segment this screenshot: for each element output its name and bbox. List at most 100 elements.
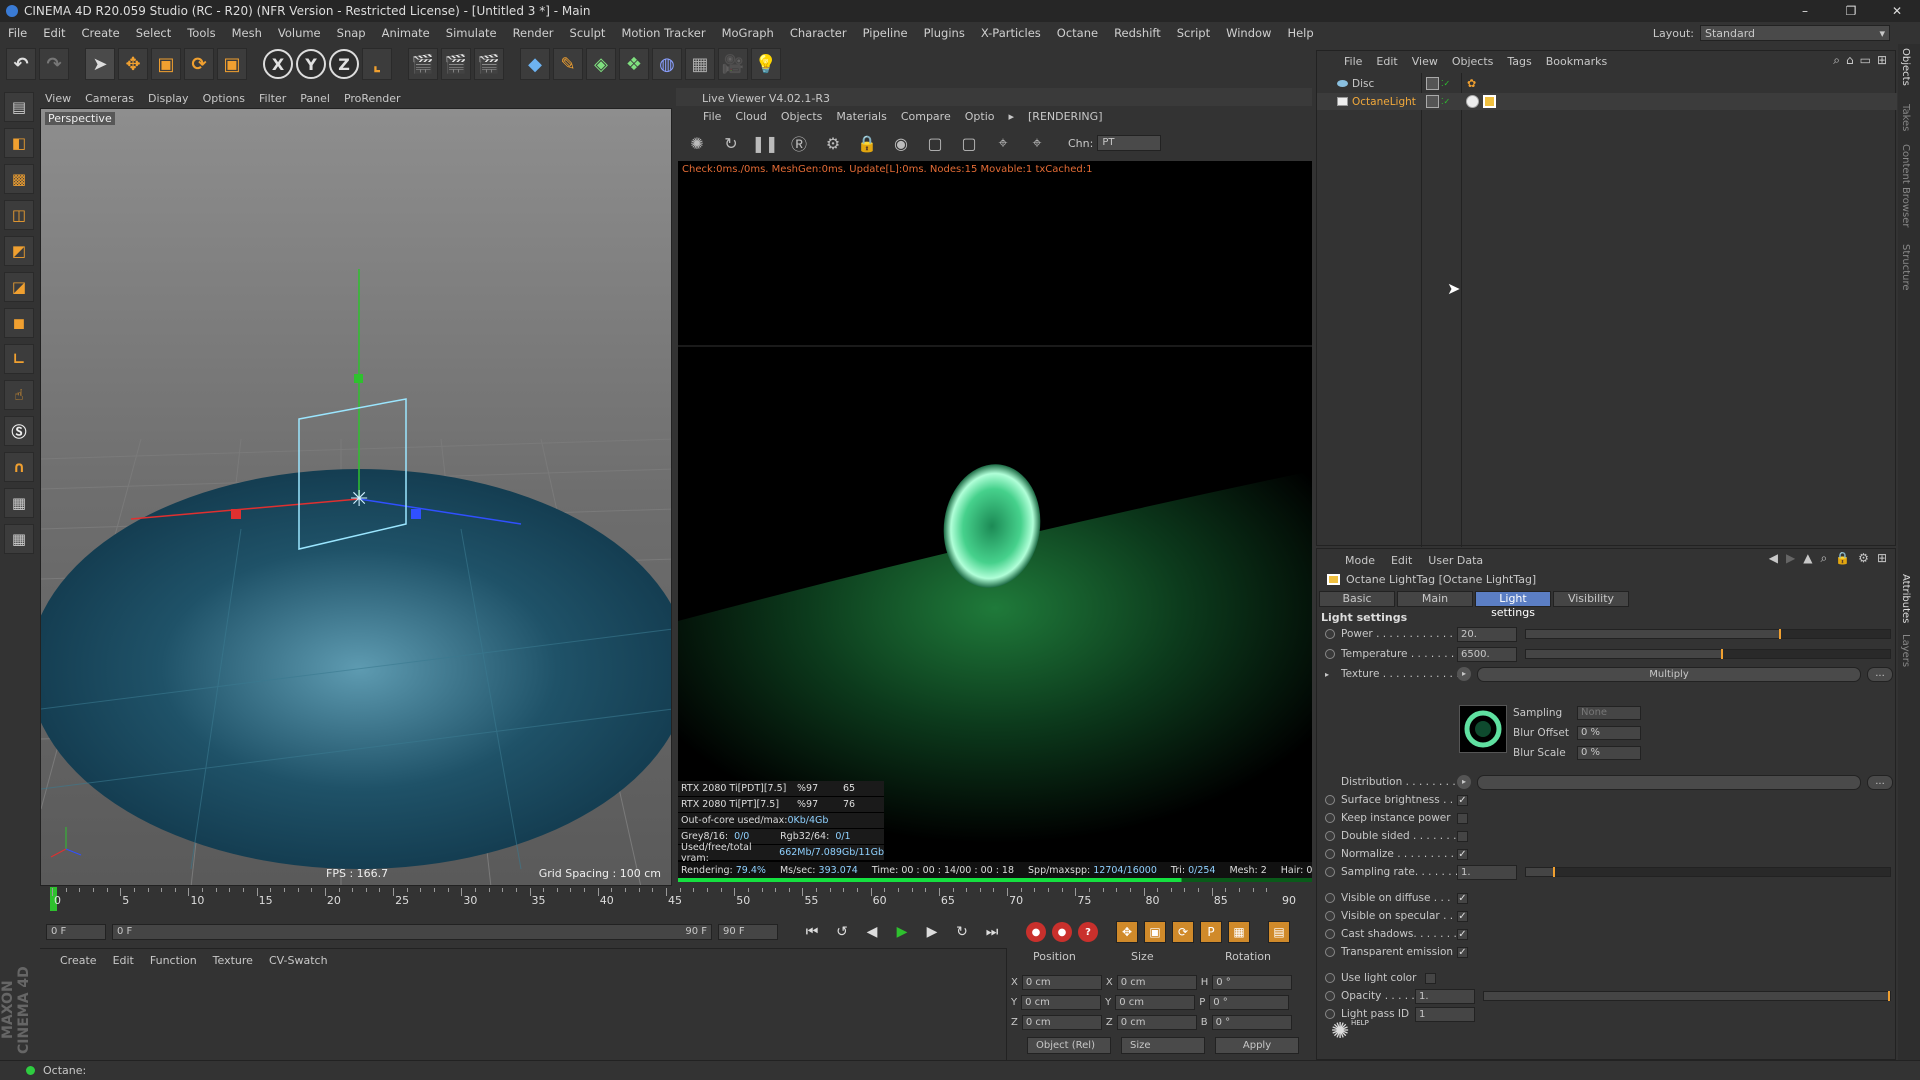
object-menu-view[interactable]: View xyxy=(1405,55,1445,68)
octane-light-tag-icon[interactable] xyxy=(1483,95,1496,108)
texture-thumbnail[interactable] xyxy=(1459,705,1507,753)
render-settings-icon[interactable]: ⚙ xyxy=(820,130,846,156)
octane-object-tag-icon[interactable] xyxy=(1466,95,1479,108)
minimize-button[interactable]: – xyxy=(1782,0,1828,22)
home-icon[interactable]: ⌂ xyxy=(1846,53,1854,68)
object-row-disc[interactable]: Disc ⁚✓ ✿ xyxy=(1317,75,1897,92)
menu-pipeline[interactable]: Pipeline xyxy=(855,26,916,40)
distribution-menu-arrow-icon[interactable]: ▸ xyxy=(1457,775,1471,789)
menu-octane[interactable]: Octane xyxy=(1049,26,1106,40)
menu-plugins[interactable]: Plugins xyxy=(916,26,973,40)
go-to-start-icon[interactable]: ⏮ xyxy=(800,920,824,944)
material-menu-cv-swatch[interactable]: CV-Swatch xyxy=(261,954,336,967)
viewport-menu-display[interactable]: Display xyxy=(141,92,196,105)
animation-dot-icon[interactable] xyxy=(1325,867,1335,877)
search-icon[interactable]: ⌕ xyxy=(1833,53,1840,68)
tab-layers[interactable]: Layers xyxy=(1900,634,1911,667)
tag-icon[interactable]: ✿ xyxy=(1467,77,1476,90)
double-sided-checkbox[interactable] xyxy=(1457,830,1468,842)
live-viewer-menu-optio[interactable]: Optio xyxy=(958,110,1002,123)
animation-dot-icon[interactable] xyxy=(1325,813,1335,823)
new-window-icon[interactable]: ⊞ xyxy=(1877,551,1887,566)
settings-icon[interactable]: ⚙ xyxy=(1858,551,1869,566)
key-rotation-icon[interactable]: ⟳ xyxy=(1172,921,1194,943)
scale-icon[interactable]: ▣ xyxy=(151,48,181,80)
apply-button[interactable]: Apply xyxy=(1215,1037,1299,1054)
live-viewer-menu-compare[interactable]: Compare xyxy=(894,110,958,123)
viewport-menu-view[interactable]: View xyxy=(38,92,78,105)
light-pass-id-field[interactable]: 1 xyxy=(1415,1006,1475,1022)
position-z-field[interactable]: 0 cm xyxy=(1021,1014,1102,1030)
lock-icon[interactable]: 🔒 xyxy=(854,130,880,156)
cast-shadows-checkbox[interactable]: ✓ xyxy=(1457,928,1468,940)
object-menu-file[interactable]: File xyxy=(1337,55,1369,68)
viewport-menu-filter[interactable]: Filter xyxy=(252,92,293,105)
render-view-icon[interactable]: 🎬 xyxy=(408,48,438,80)
texture-more-button[interactable]: ... xyxy=(1867,666,1893,682)
tab-objects[interactable]: Objects xyxy=(1900,48,1911,86)
help-icon[interactable]: ✺ HELP xyxy=(1331,1019,1371,1053)
menu-script[interactable]: Script xyxy=(1169,26,1218,40)
tab-visibility[interactable]: Visibility xyxy=(1553,591,1629,607)
points-mode-icon[interactable]: ◩ xyxy=(4,236,34,266)
menu-edit[interactable]: Edit xyxy=(35,26,73,40)
menu-create[interactable]: Create xyxy=(74,26,128,40)
tab-basic[interactable]: Basic xyxy=(1319,591,1395,607)
camera-icon[interactable]: 🎥 xyxy=(718,48,748,80)
menu-tools[interactable]: Tools xyxy=(179,26,223,40)
go-to-end-icon[interactable]: ⏭ xyxy=(980,920,1004,944)
redo-icon[interactable]: ↷ xyxy=(39,48,69,80)
temperature-field[interactable]: 6500. xyxy=(1457,646,1517,662)
render-output[interactable]: Check:0ms./0ms. MeshGen:0ms. Update[L]:0… xyxy=(678,161,1312,863)
viewport-menu-panel[interactable]: Panel xyxy=(293,92,337,105)
size-z-field[interactable]: 0 cm xyxy=(1116,1014,1197,1030)
attribute-menu-edit[interactable]: Edit xyxy=(1383,554,1420,567)
menu-character[interactable]: Character xyxy=(782,26,855,40)
opacity-field[interactable]: 1. xyxy=(1415,988,1475,1004)
viewport-menu-prorender[interactable]: ProRender xyxy=(337,92,408,105)
tab-content-browser[interactable]: Content Browser xyxy=(1900,144,1911,227)
axis-mode-icon[interactable]: ∟ xyxy=(4,344,34,374)
play-icon[interactable]: ▶ xyxy=(890,920,914,944)
polygons-mode-icon[interactable]: ◼ xyxy=(4,308,34,338)
menu-motion-tracker[interactable]: Motion Tracker xyxy=(613,26,713,40)
size-mode-dropdown[interactable]: Size xyxy=(1121,1037,1205,1054)
menu-sculpt[interactable]: Sculpt xyxy=(562,26,614,40)
timeline-ruler[interactable]: 0 5 10 15 20 25 30 35 40 45 50 55 60 65 70 75 80 85 90 xyxy=(40,886,1312,912)
render-settings-icon[interactable]: 🎬 xyxy=(474,48,504,80)
animation-dot-icon[interactable] xyxy=(1325,629,1335,639)
texture-menu-arrow-icon[interactable]: ▸ xyxy=(1457,667,1471,681)
distribution-field[interactable] xyxy=(1477,774,1861,790)
visible-on-specular-checkbox[interactable]: ✓ xyxy=(1457,910,1468,922)
object-row-octanelight[interactable]: OctaneLight ⁚✓ xyxy=(1317,93,1897,110)
close-button[interactable]: ✕ xyxy=(1874,0,1920,22)
y-axis-icon[interactable]: Y xyxy=(296,49,326,79)
animation-dot-icon[interactable] xyxy=(1325,893,1335,903)
live-viewer-menu-cloud[interactable]: Cloud xyxy=(728,110,773,123)
sampling-rate-slider[interactable] xyxy=(1525,867,1891,877)
solo-mode-icon[interactable]: Ⓢ xyxy=(4,416,34,446)
new-window-icon[interactable]: ⊞ xyxy=(1877,53,1887,68)
animation-dot-icon[interactable] xyxy=(1325,849,1335,859)
blur-scale-field[interactable]: 0 % xyxy=(1577,746,1641,760)
channel-dropdown[interactable]: PT xyxy=(1097,135,1162,151)
pick-focus-icon[interactable]: ⌖ xyxy=(990,130,1016,156)
viewport-camera-label[interactable]: Perspective xyxy=(45,112,115,125)
object-menu-tags[interactable]: Tags xyxy=(1500,55,1538,68)
live-viewer-menu-objects[interactable]: Objects xyxy=(774,110,830,123)
tab-light-settings[interactable]: Light settings xyxy=(1475,591,1551,619)
restart-render-icon[interactable]: ↻ xyxy=(718,130,744,156)
rotation-b-field[interactable]: 0 ° xyxy=(1211,1014,1292,1030)
edges-mode-icon[interactable]: ◪ xyxy=(4,272,34,302)
object-menu-bookmarks[interactable]: Bookmarks xyxy=(1539,55,1614,68)
search-icon[interactable]: ⌕ xyxy=(1820,551,1827,566)
use-light-color-checkbox[interactable] xyxy=(1425,972,1436,984)
undo-icon[interactable]: ↶ xyxy=(6,48,36,80)
workplane-mode-icon[interactable]: ◫ xyxy=(4,200,34,230)
material-menu-edit[interactable]: Edit xyxy=(105,954,142,967)
keep-instance-power-checkbox[interactable] xyxy=(1457,812,1468,824)
visible-on-diffuse-checkbox[interactable]: ✓ xyxy=(1457,892,1468,904)
menu-x-particles[interactable]: X-Particles xyxy=(973,26,1049,40)
menu-help[interactable]: Help xyxy=(1279,26,1321,40)
array-icon[interactable]: ❖ xyxy=(619,48,649,80)
